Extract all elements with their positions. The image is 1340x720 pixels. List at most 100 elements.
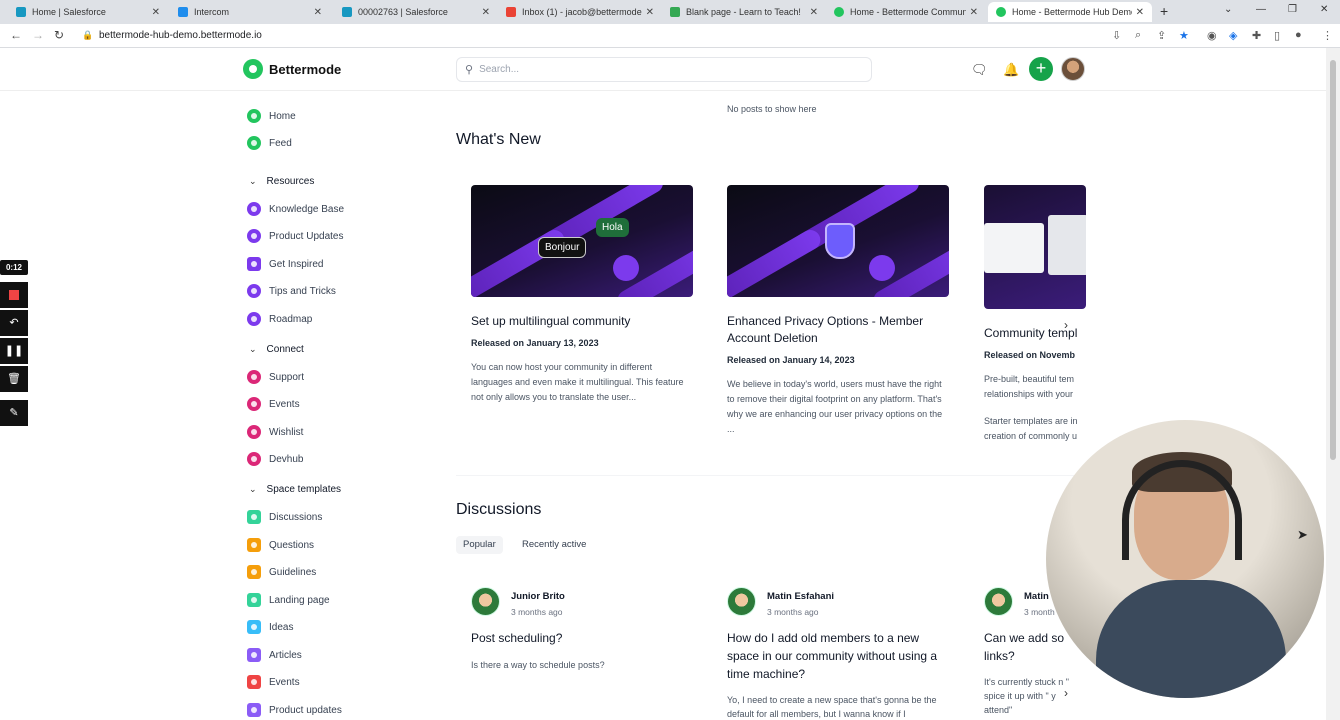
maximize-icon[interactable]: ❐ — [1288, 4, 1297, 15]
avatar[interactable] — [471, 587, 500, 616]
close-icon[interactable]: ✕ — [970, 7, 978, 18]
minimize-icon[interactable]: — — [1256, 4, 1266, 15]
notifications-bell-icon[interactable]: 🔔 — [1003, 62, 1019, 78]
divider — [456, 475, 1086, 476]
close-icon[interactable]: ✕ — [482, 7, 490, 18]
page-scrollbar[interactable] — [1326, 48, 1340, 720]
new-tab-icon[interactable]: + — [1160, 3, 1168, 19]
search-box[interactable]: ⚲ — [456, 57, 872, 82]
zoom-icon[interactable]: ⌕ — [1135, 29, 1141, 42]
pen-icon[interactable]: ✎ — [0, 400, 28, 426]
undo-icon[interactable]: ↶ — [0, 310, 28, 336]
translate-icon[interactable]: ◈ — [1229, 29, 1237, 42]
sidebar-item-roadmap[interactable]: Roadmap — [247, 311, 312, 327]
create-post-button[interactable]: + — [1029, 57, 1053, 81]
discussion-card[interactable]: Junior Brito 3 months ago Post schedulin… — [471, 587, 693, 717]
browser-tab[interactable]: Intercom ✕ — [170, 2, 330, 22]
close-icon[interactable]: ✕ — [1136, 7, 1144, 18]
chevron-right-icon[interactable]: › — [1064, 318, 1068, 332]
sidebar-item-support[interactable]: Support — [247, 369, 304, 385]
update-card[interactable]: Enhanced Privacy Options - Member Accoun… — [727, 185, 949, 437]
avatar[interactable] — [984, 587, 1013, 616]
post-title[interactable]: Post scheduling? — [471, 629, 693, 647]
sidebar-item-discussions[interactable]: Discussions — [247, 509, 322, 525]
author-name[interactable]: Matin — [1024, 591, 1049, 602]
sidebar-item-ideas[interactable]: Ideas — [247, 619, 293, 635]
author-name[interactable]: Junior Brito — [511, 591, 565, 602]
sidebar-item-tips-and-tricks[interactable]: Tips and Tricks — [247, 283, 336, 299]
tab-label: Inbox (1) - jacob@bettermode.c — [522, 7, 642, 17]
discussion-card[interactable]: Matin Esfahani 3 months ago How do I add… — [727, 587, 949, 720]
scrollbar-thumb[interactable] — [1330, 60, 1336, 460]
logo[interactable]: Bettermode — [243, 59, 341, 79]
browser-tab[interactable]: Home | Salesforce ✕ — [8, 2, 168, 22]
close-icon[interactable]: ✕ — [646, 7, 654, 18]
sidebar-item-wishlist[interactable]: Wishlist — [247, 424, 303, 440]
post-title[interactable]: How do I add old members to a new space … — [727, 629, 949, 683]
search-input[interactable] — [479, 64, 860, 75]
sidebar-item-product-updates-template[interactable]: Product updates — [247, 702, 342, 718]
sidebar-section-space-templates[interactable]: ⌄ Space templates — [249, 481, 341, 497]
menu-icon[interactable]: ⋮ — [1322, 29, 1333, 42]
sidebar-item-label: Questions — [269, 539, 315, 551]
card-title[interactable]: Set up multilingual community — [471, 313, 693, 330]
browser-tab[interactable]: 00002763 | Salesforce ✕ — [334, 2, 498, 22]
card-title[interactable]: Community templ — [984, 325, 1086, 342]
bookmark-star-icon[interactable]: ★ — [1179, 29, 1189, 42]
extension-icon[interactable]: ◉ — [1207, 29, 1217, 42]
pause-icon[interactable]: ❚❚ — [0, 338, 28, 364]
update-card[interactable]: Community templ Released on Novemb Pre-b… — [984, 185, 1086, 444]
back-icon[interactable]: ← — [10, 28, 22, 42]
url-field[interactable]: bettermode-hub-demo.bettermode.io — [99, 30, 262, 41]
puzzle-icon[interactable]: ✚ — [1252, 29, 1261, 42]
sidebar-item-events-template[interactable]: Events — [247, 674, 300, 690]
sidebar-item-label: Home — [269, 110, 296, 122]
profile-icon[interactable]: ● — [1295, 29, 1302, 41]
close-icon[interactable]: ✕ — [314, 7, 322, 18]
browser-tab-active[interactable]: Home - Bettermode Hub Demo ✕ — [988, 2, 1152, 22]
close-icon[interactable]: ✕ — [152, 7, 160, 18]
sidebar-item-events[interactable]: Events — [247, 396, 300, 412]
tab-recently-active[interactable]: Recently active — [515, 536, 593, 554]
sidebar-section-resources[interactable]: ⌄ Resources — [249, 173, 314, 189]
forward-icon[interactable]: → — [32, 28, 44, 42]
messages-icon[interactable]: 🗨 — [971, 62, 988, 78]
sidebar-item-knowledge-base[interactable]: Knowledge Base — [247, 201, 344, 217]
install-icon[interactable]: ⇩ — [1112, 29, 1121, 42]
trash-icon[interactable]: 🗑 — [0, 366, 28, 392]
tab-search-icon[interactable]: ⌄ — [1224, 4, 1232, 15]
sidebar-item-label: Wishlist — [269, 426, 304, 438]
browser-tab[interactable]: Inbox (1) - jacob@bettermode.c ✕ — [498, 2, 662, 22]
sidebar-item-articles[interactable]: Articles — [247, 647, 302, 663]
sidebar-item-label: Events — [269, 398, 300, 410]
tab-popular[interactable]: Popular — [456, 536, 503, 554]
close-window-icon[interactable]: ✕ — [1320, 4, 1328, 15]
update-card[interactable]: Bonjour Hola Set up multilingual communi… — [471, 185, 693, 405]
sidebar-item-home[interactable]: Home — [247, 108, 296, 124]
sidebar-item-questions[interactable]: Questions — [247, 537, 314, 553]
avatar[interactable] — [727, 587, 756, 616]
tab-label: Home | Salesforce — [32, 7, 106, 17]
sidebar-icon[interactable]: ▯ — [1274, 29, 1280, 42]
user-avatar[interactable] — [1061, 57, 1085, 81]
browser-tab[interactable]: Blank page - Learn to Teach! ✕ — [662, 2, 826, 22]
sidebar-item-feed[interactable]: Feed — [247, 135, 292, 151]
close-icon[interactable]: ✕ — [810, 7, 818, 18]
share-icon[interactable]: ⇪ — [1157, 29, 1166, 42]
sidebar-section-connect[interactable]: ⌄ Connect — [249, 341, 304, 357]
author-name[interactable]: Matin Esfahani — [767, 591, 834, 602]
sidebar-item-landing-page[interactable]: Landing page — [247, 592, 330, 608]
stop-recording-button[interactable] — [0, 282, 28, 308]
sidebar-item-devhub[interactable]: Devhub — [247, 451, 303, 467]
devhub-icon — [247, 452, 261, 466]
browser-tab[interactable]: Home - Bettermode Community ✕ — [826, 2, 986, 22]
sidebar-item-get-inspired[interactable]: Get Inspired — [247, 256, 323, 272]
chevron-right-icon[interactable]: › — [1064, 686, 1068, 700]
card-title[interactable]: Enhanced Privacy Options - Member Accoun… — [727, 313, 949, 347]
lock-icon[interactable]: 🔒 — [82, 30, 93, 41]
sidebar-item-guidelines[interactable]: Guidelines — [247, 564, 316, 580]
sidebar-item-product-updates[interactable]: Product Updates — [247, 228, 344, 244]
tab-label: Home - Bettermode Hub Demo — [1012, 7, 1132, 17]
reload-icon[interactable]: ↻ — [54, 28, 64, 42]
browser-tab-bar: Home | Salesforce ✕ Intercom ✕ 00002763 … — [0, 0, 1340, 24]
